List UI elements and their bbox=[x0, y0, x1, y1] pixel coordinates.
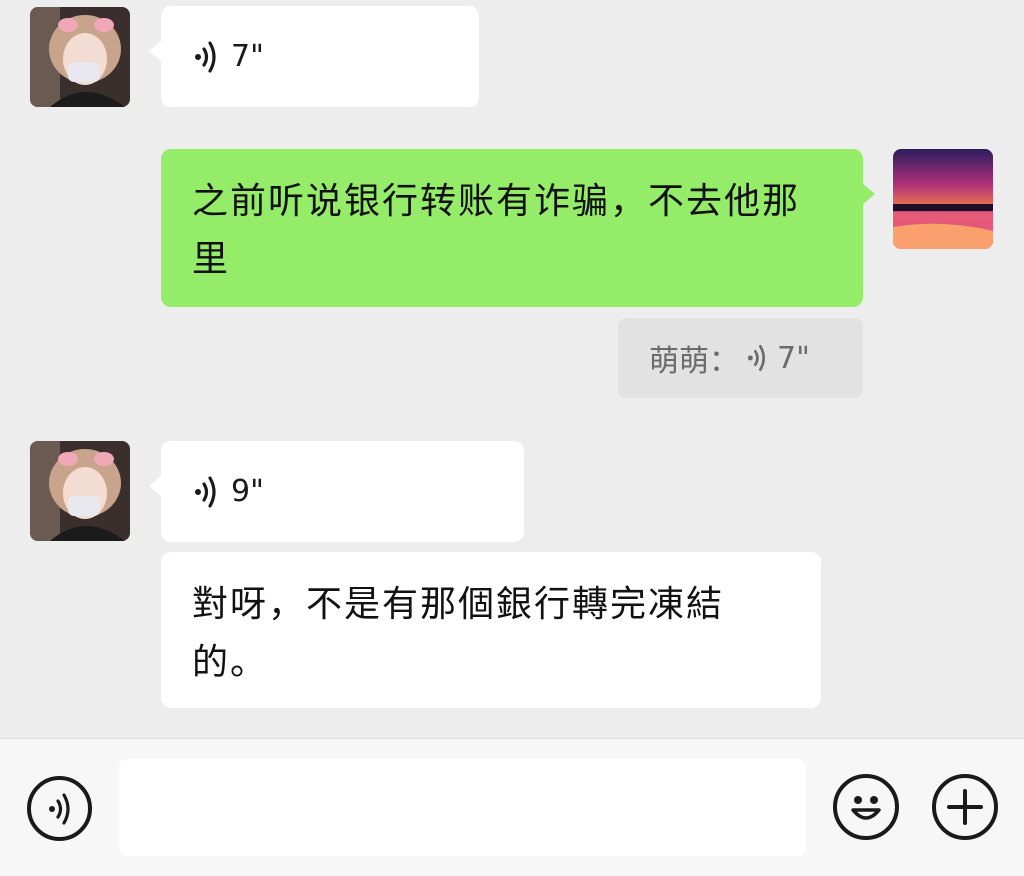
sent-text-bubble[interactable]: 之前听说银行转账有诈骗，不去他那里 bbox=[161, 149, 875, 307]
message-input[interactable] bbox=[119, 759, 806, 856]
contact-avatar[interactable] bbox=[30, 7, 130, 107]
voice-wave-icon bbox=[195, 475, 216, 508]
quoted-message[interactable]: 萌萌： 7" bbox=[618, 318, 863, 398]
contact-avatar-image bbox=[30, 441, 130, 541]
voice-duration: 7" bbox=[231, 39, 264, 74]
quote-name: 萌萌： bbox=[649, 344, 739, 379]
voice-duration: 9" bbox=[231, 474, 264, 509]
contact-avatar[interactable] bbox=[30, 441, 130, 541]
voice-message-bubble[interactable]: 7" bbox=[149, 6, 479, 107]
message-text: 之前听说银行转账有诈骗，不去他那里 bbox=[192, 181, 801, 280]
voice-wave-icon bbox=[747, 345, 765, 371]
my-avatar-image bbox=[893, 149, 993, 249]
voice-wave-icon bbox=[195, 40, 216, 73]
chat-input-bar bbox=[0, 738, 1024, 876]
my-avatar[interactable] bbox=[893, 149, 993, 249]
plus-icon bbox=[947, 789, 983, 825]
message-text: 對呀，不是有那個銀行轉完凍結的。 bbox=[192, 584, 725, 683]
quote-duration: 7" bbox=[777, 340, 810, 376]
voice-mode-icon bbox=[48, 792, 70, 825]
voice-message-bubble[interactable]: 9" bbox=[149, 441, 524, 542]
received-text-bubble[interactable]: 對呀，不是有那個銀行轉完凍結的。 bbox=[161, 552, 821, 708]
emoji-button[interactable] bbox=[833, 774, 899, 840]
more-button[interactable] bbox=[932, 774, 998, 840]
contact-avatar-image bbox=[30, 7, 130, 107]
emoji-icon bbox=[851, 796, 881, 820]
voice-mode-button[interactable] bbox=[27, 776, 92, 841]
